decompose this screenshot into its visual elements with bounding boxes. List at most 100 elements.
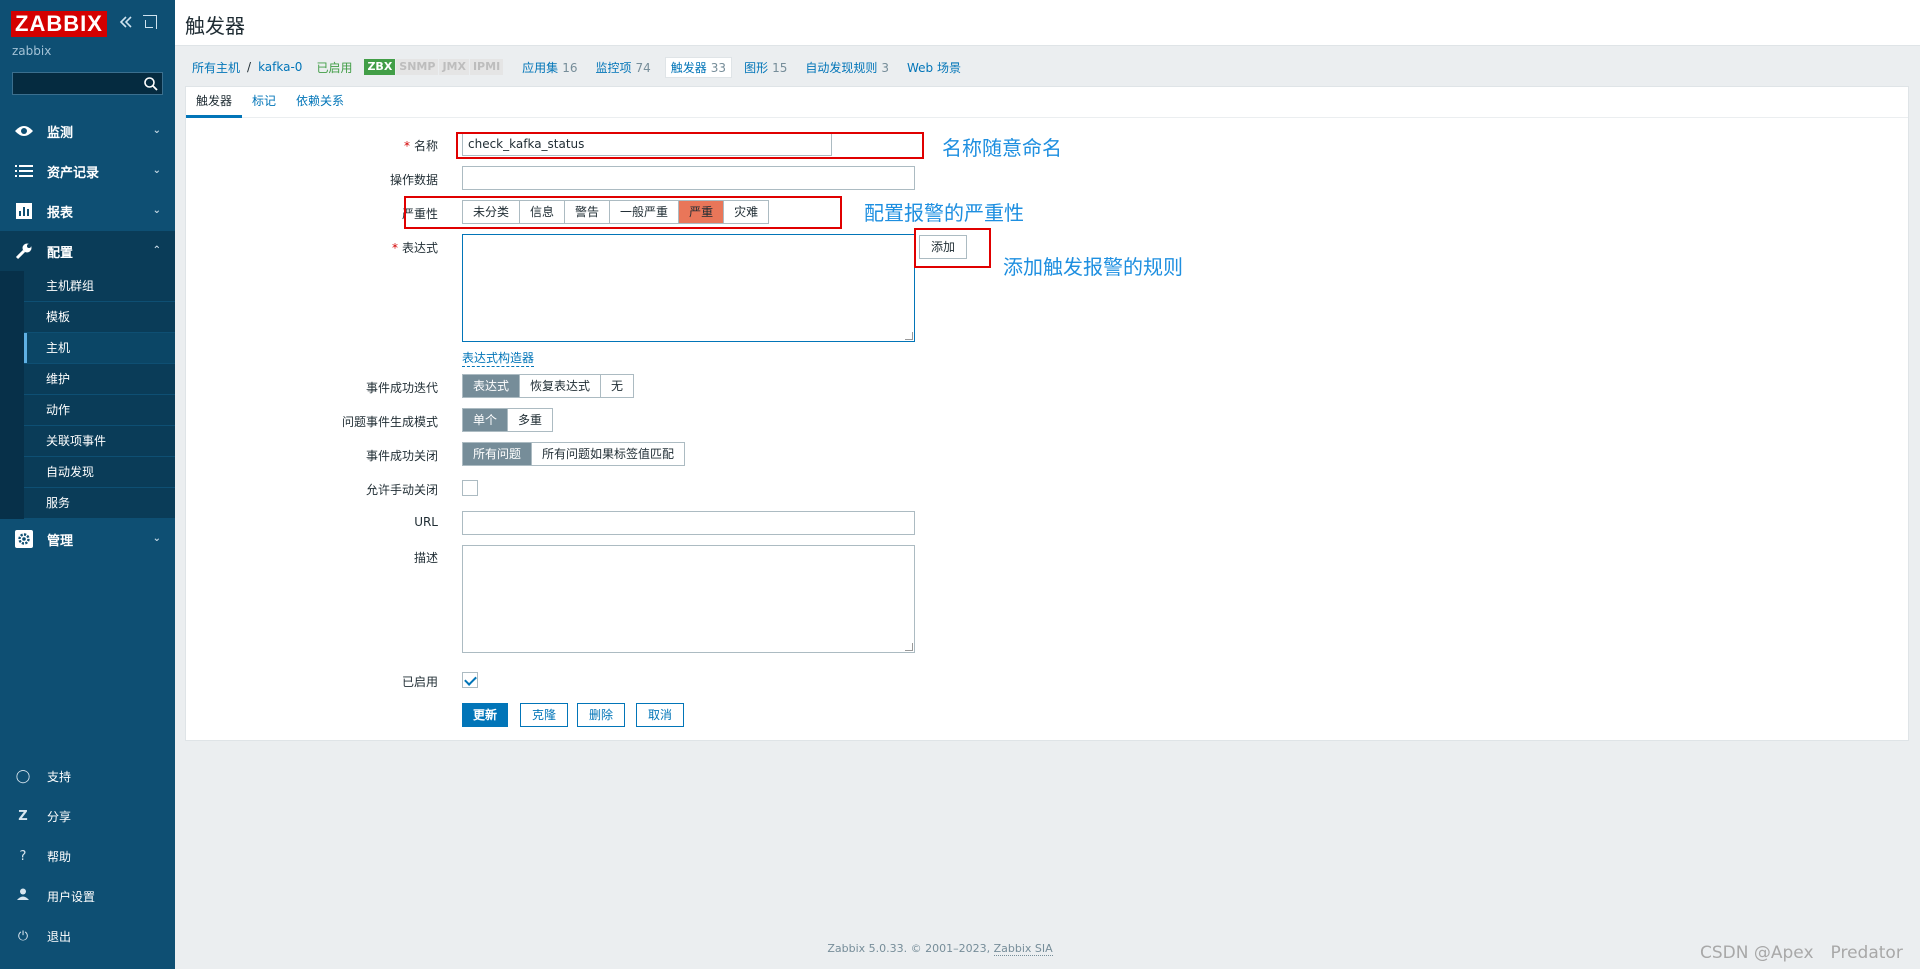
nav-label[interactable]: Web 场景: [907, 61, 961, 75]
description-label: 描述: [413, 551, 438, 565]
ok-event-expression[interactable]: 表达式: [463, 375, 521, 397]
update-button[interactable]: 更新: [462, 703, 509, 727]
search-icon[interactable]: [143, 76, 159, 92]
menu-monitoring[interactable]: 监测 ⌄: [0, 111, 175, 151]
zbx-availability-badge: ZBX: [364, 59, 396, 75]
submenu-item-hosts[interactable]: 主机: [24, 333, 175, 364]
description-textarea[interactable]: [462, 545, 915, 653]
menu-inventory[interactable]: 资产记录 ⌄: [0, 151, 175, 191]
breadcrumb-all-hosts[interactable]: 所有主机: [192, 59, 240, 76]
submenu-item-actions[interactable]: 动作: [24, 395, 175, 426]
opdata-label: 操作数据: [389, 173, 438, 187]
footer-company-link[interactable]: Zabbix SIA: [993, 942, 1053, 956]
severity-annotation: 配置报警的严重性: [864, 201, 1024, 225]
menu-user-settings[interactable]: 用户设置: [0, 876, 175, 916]
server-name: zabbix: [12, 44, 52, 58]
submenu-item-discovery[interactable]: 自动发现: [24, 457, 175, 488]
mode-single[interactable]: 单个: [463, 409, 509, 431]
required-mark: *: [391, 241, 398, 255]
nav-triggers[interactable]: 触发器 33: [664, 56, 733, 78]
page-header: 触发器: [175, 0, 1920, 46]
menu-label: 资产记录: [47, 165, 100, 181]
nav-label[interactable]: 应用集: [522, 61, 558, 75]
collapse-sidebar-icon[interactable]: [118, 14, 134, 30]
nav-label[interactable]: 图形: [744, 61, 768, 75]
chevron-down-icon: ⌄: [152, 165, 161, 176]
nav-graphs[interactable]: 图形 15: [744, 59, 787, 76]
menu-label: 退出: [47, 929, 72, 944]
sidebar-search-input[interactable]: [12, 72, 163, 95]
nav-label[interactable]: 自动发现规则: [805, 61, 877, 75]
logo-row: ZABBIX: [11, 11, 107, 37]
submenu-item-maintenance[interactable]: 维护: [24, 364, 175, 395]
url-input[interactable]: [462, 511, 915, 535]
footer-text: Zabbix 5.0.33. © 2001–2023,: [827, 942, 994, 955]
chevron-down-icon: ⌄: [152, 205, 161, 216]
menu-configuration[interactable]: 配置 ⌃: [0, 231, 175, 271]
nav-label[interactable]: 监控项: [595, 61, 631, 75]
enabled-label: 已启用: [401, 675, 438, 689]
resize-handle[interactable]: [905, 332, 913, 340]
breadcrumb-host[interactable]: kafka-0: [258, 60, 302, 74]
host-breadcrumb: 所有主机 / kafka-0 已启用 ZBX SNMP JMX IPMI 应用集…: [192, 56, 961, 78]
nav-label[interactable]: 触发器: [671, 61, 707, 75]
expression-annotation: 添加触发报警的规则: [1003, 255, 1183, 279]
menu-label: 配置: [47, 245, 74, 261]
url-label: URL: [414, 515, 438, 529]
cancel-button[interactable]: 取消: [636, 703, 685, 727]
manual-close-checkbox[interactable]: [462, 480, 478, 496]
menu-support[interactable]: ◯ 支持: [0, 756, 175, 796]
expression-textarea[interactable]: [462, 234, 915, 342]
submenu-item-host-groups[interactable]: 主机群组: [24, 271, 175, 302]
breadcrumb-separator: /: [247, 60, 252, 74]
nav-count: 3: [881, 60, 890, 75]
sidebar: ZABBIX zabbix 监测 ⌄ 资产记录 ⌄ 报表 ⌄ 配置 ⌃ 主机群组…: [0, 0, 175, 969]
delete-button[interactable]: 删除: [577, 703, 626, 727]
close-all[interactable]: 所有问题: [463, 443, 533, 465]
resize-handle[interactable]: [905, 643, 913, 651]
opdata-input[interactable]: [462, 166, 915, 190]
snmp-availability-badge: SNMP: [396, 59, 439, 75]
chevron-down-icon: ⌄: [152, 125, 161, 136]
menu-label: 管理: [47, 533, 74, 549]
kiosk-mode-icon[interactable]: [143, 15, 157, 29]
mode-selector: 单个 多重: [462, 408, 554, 432]
clone-button[interactable]: 克隆: [520, 703, 569, 727]
form-tabs: 触发器 标记 依赖关系: [186, 87, 1908, 118]
enabled-checkbox[interactable]: [462, 672, 478, 688]
chevron-up-icon: ⌃: [152, 245, 161, 256]
config-submenu: 主机群组 模板 主机 维护 动作 关联项事件 自动发现 服务: [0, 271, 175, 519]
menu-reports[interactable]: 报表 ⌄: [0, 191, 175, 231]
footer: Zabbix 5.0.33. © 2001–2023, Zabbix SIA: [175, 942, 1705, 956]
share-icon: Z: [18, 808, 28, 824]
close-tag-match[interactable]: 所有问题如果标签值匹配: [532, 443, 684, 465]
close-label: 事件成功关闭: [365, 449, 438, 463]
menu-label: 分享: [47, 809, 72, 824]
submenu-item-templates[interactable]: 模板: [24, 302, 175, 333]
nav-discovery-rules[interactable]: 自动发现规则 3: [805, 59, 889, 76]
ok-event-none[interactable]: 无: [601, 375, 633, 397]
host-status: 已启用: [316, 60, 353, 75]
tab-tags[interactable]: 标记: [242, 87, 286, 118]
menu-help[interactable]: ? 帮助: [0, 836, 175, 876]
mode-multiple[interactable]: 多重: [508, 409, 552, 431]
submenu-item-services[interactable]: 服务: [24, 488, 175, 519]
ok-event-recovery[interactable]: 恢复表达式: [520, 375, 602, 397]
tab-dependencies[interactable]: 依赖关系: [286, 87, 354, 118]
zabbix-logo[interactable]: ZABBIX: [11, 11, 107, 37]
menu-share[interactable]: Z 分享: [0, 796, 175, 836]
gear-icon: [14, 530, 34, 548]
ok-event-label: 事件成功迭代: [365, 381, 438, 395]
nav-items[interactable]: 监控项 74: [595, 59, 650, 76]
expression-constructor-link[interactable]: 表达式构造器: [462, 349, 535, 367]
tab-trigger[interactable]: 触发器: [186, 87, 243, 118]
headset-icon: ◯: [15, 768, 31, 784]
add-highlight-box: [914, 228, 991, 268]
menu-signout[interactable]: ⏻ 退出: [0, 916, 175, 956]
submenu-item-correlation[interactable]: 关联项事件: [24, 426, 175, 457]
label-text: 名称: [413, 139, 438, 153]
menu-administration[interactable]: 管理 ⌄: [0, 519, 175, 559]
nav-applications[interactable]: 应用集 16: [522, 59, 577, 76]
severity-highlight-box: [404, 196, 842, 229]
nav-web-scenarios[interactable]: Web 场景: [907, 59, 961, 76]
